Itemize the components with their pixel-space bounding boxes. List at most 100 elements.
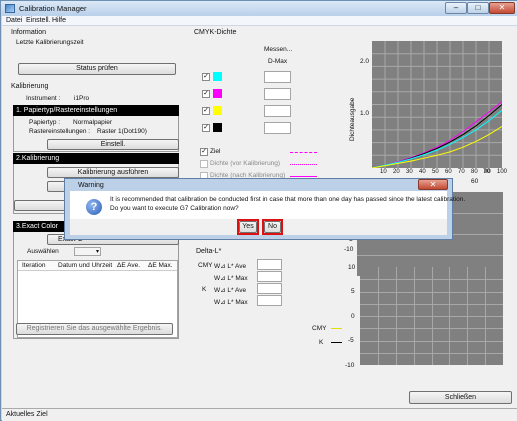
raster-label: Rastereinstellungen :: [29, 128, 91, 135]
close-button[interactable]: Schließen: [409, 391, 512, 404]
status-text: Aktuelles Ziel: [6, 411, 48, 418]
legend-after-line: [290, 176, 317, 177]
calibration-step-header: 2.Kalibrierung: [13, 153, 179, 164]
maximize-button[interactable]: □: [467, 2, 489, 14]
delta-tick-neg5: -5: [348, 337, 354, 344]
x-tick-label: 20: [393, 169, 400, 175]
menu-datei[interactable]: Datei: [6, 17, 22, 24]
minimize-button[interactable]: –: [445, 2, 467, 14]
x-tick-label: 30: [406, 169, 413, 175]
close-window-button[interactable]: ✕: [489, 2, 515, 14]
select-label: Auswählen: [27, 248, 59, 255]
y-tick-2: 2.0: [360, 58, 370, 65]
cmyk-density-heading: CMYK-Dichte: [194, 29, 237, 36]
black-checkbox[interactable]: ✓: [202, 124, 210, 132]
yes-button[interactable]: Yes: [239, 221, 257, 233]
yellow-checkbox[interactable]: ✓: [202, 107, 210, 115]
title-bar[interactable]: Calibration Manager – □ ✕: [1, 1, 517, 16]
density-graph-canvas: [372, 41, 502, 168]
menu-hilfe[interactable]: Hilfe: [52, 17, 66, 24]
chevron-down-icon: ▾: [95, 249, 99, 255]
dialog-title: Warning: [78, 182, 104, 189]
magenta-checkbox[interactable]: ✓: [202, 90, 210, 98]
x-tick-label: 90: [484, 169, 491, 175]
x-tick-label: 60: [445, 169, 452, 175]
x-tick-label: 40: [419, 169, 426, 175]
k-max-label: W⊿ L* Max: [214, 299, 248, 306]
no-button[interactable]: No: [264, 221, 281, 233]
instrument-value: i1Pro: [74, 95, 90, 102]
delta-l-graph: [360, 267, 503, 365]
col-date-time[interactable]: Datum und Uhrzeit: [58, 262, 112, 269]
paper-settings-panel: Papiertyp : Normalpapier Rastereinstellu…: [13, 116, 179, 152]
col-de-ave[interactable]: ΔE Ave.: [117, 262, 140, 269]
delta-gridline-h: [360, 316, 503, 317]
col-iteration[interactable]: Iteration: [22, 262, 46, 269]
magenta-dmax-field[interactable]: [264, 88, 291, 100]
app-icon: [5, 4, 15, 13]
delta-l-heading: Delta-L*: [196, 248, 222, 255]
status-bar: Aktuelles Ziel: [2, 408, 517, 421]
settings-button[interactable]: Einstell.: [47, 139, 179, 150]
delta-legend-k: K: [319, 339, 324, 346]
k-ave-field[interactable]: [257, 283, 282, 294]
black-swatch: [213, 123, 222, 132]
cmy-max-label: W⊿ L* Max: [214, 275, 248, 282]
paper-settings-header: 1. Papiertyp/Rastereinstellungen: [13, 105, 179, 116]
x-tick-label: 10: [380, 169, 387, 175]
measure-label: Messen...: [264, 46, 293, 53]
legend-before: Dichte (vor Kalibrierung): [210, 160, 281, 167]
x-tick-label: 50: [432, 169, 439, 175]
black-dmax-field[interactable]: [264, 122, 291, 134]
cmy-label: CMY: [198, 262, 213, 269]
yellow-swatch: [213, 106, 222, 115]
question-icon: ?: [86, 199, 102, 215]
select-dropdown[interactable]: ▾: [74, 247, 101, 256]
calibration-manager-window: Calibration Manager – □ ✕ Datei Einstell…: [0, 0, 517, 421]
dialog-message-2: Do you want to execute G7 Calibration no…: [110, 205, 239, 212]
delta-gridline-h: [360, 291, 503, 293]
dialog-close-button[interactable]: ✕: [418, 179, 448, 190]
before-calibration-checkbox[interactable]: [200, 160, 208, 168]
dialog-footer: Yes No: [70, 219, 447, 235]
register-result-button[interactable]: Registrieren Sie das ausgewählte Ergebni…: [16, 323, 173, 335]
warning-dialog: Warning ✕ ? It is recommended that calib…: [64, 178, 465, 240]
delta-tick-0: 0: [351, 313, 355, 320]
magenta-swatch: [213, 89, 222, 98]
x-tick-label: 100: [497, 169, 508, 175]
target-checkbox[interactable]: ✓: [200, 148, 208, 156]
y-tick-1: 1.0: [360, 110, 370, 117]
legend-target-line: [290, 152, 317, 153]
cyan-checkbox[interactable]: ✓: [202, 73, 210, 81]
density-graph: [372, 41, 502, 168]
run-calibration-button[interactable]: Kalibrierung ausführen: [47, 167, 179, 178]
delta-gridline-h: [360, 328, 503, 330]
dialog-body: ? It is recommended that calibration be …: [70, 191, 465, 235]
k-max-field[interactable]: [257, 295, 282, 306]
raster-value: Raster 1(Dot190): [97, 128, 147, 135]
cmy-max-field[interactable]: [257, 271, 282, 282]
window-title: Calibration Manager: [19, 4, 87, 13]
cyan-dmax-field[interactable]: [264, 71, 291, 83]
check-status-button[interactable]: Status prüfen: [18, 63, 176, 75]
cmy-ave-label: W⊿ L* Ave: [214, 263, 247, 270]
legend-before-line: [290, 164, 317, 165]
cyan-swatch: [213, 72, 222, 81]
delta-legend-k-line: [331, 342, 342, 343]
paper-type-label: Papiertyp :: [29, 119, 61, 126]
delta-legend-cmy: CMY: [312, 325, 327, 332]
paper-type-value: Normalpapier: [73, 119, 113, 126]
yellow-dmax-field[interactable]: [264, 105, 291, 117]
instrument-label: Instrument :: [26, 95, 61, 102]
y-axis-label: Dichteausgabe: [349, 97, 356, 141]
delta-tick-10: 10: [348, 264, 356, 271]
legend-target: Ziel: [210, 148, 221, 155]
col-de-max[interactable]: ΔE Max.: [148, 262, 173, 269]
cmy-ave-field[interactable]: [257, 259, 282, 270]
information-heading: Information: [11, 29, 47, 36]
menu-einstell[interactable]: Einstell.: [26, 17, 51, 24]
menu-bar: Datei Einstell. Hilfe: [2, 16, 517, 26]
delta-gridline-h: [360, 279, 503, 281]
k-label: K: [202, 286, 207, 293]
delta-gridline-h: [360, 352, 503, 354]
